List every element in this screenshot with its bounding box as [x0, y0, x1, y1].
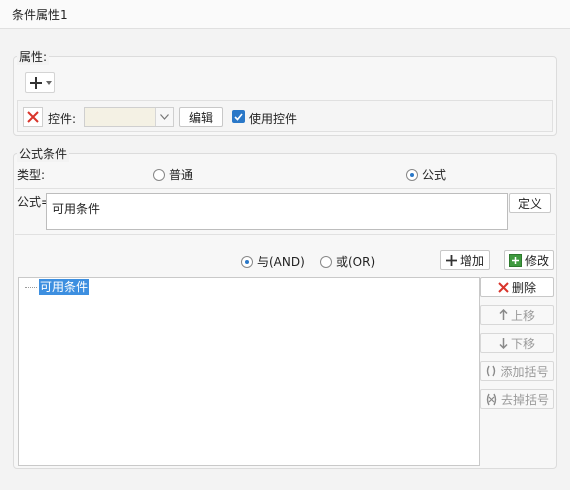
- logic-and-label: 与(AND): [257, 255, 305, 269]
- formula-condition-group-label: 公式条件: [17, 145, 70, 162]
- arrow-up-icon: [499, 309, 508, 320]
- divider: [15, 188, 555, 189]
- properties-group-label: 属性:: [17, 48, 50, 65]
- close-icon: [498, 281, 509, 293]
- edit-button[interactable]: 编辑: [179, 107, 223, 127]
- control-label: 控件:: [48, 112, 77, 126]
- formula-input-text: 可用条件: [52, 202, 101, 216]
- move-down-button[interactable]: 下移: [480, 333, 554, 353]
- logic-and-option[interactable]: 与(AND): [241, 253, 305, 270]
- delete-label: 删除: [511, 280, 536, 295]
- remove-parentheses-icon: [486, 393, 497, 405]
- radio-formula[interactable]: [406, 168, 418, 181]
- add-parens-label: 添加括号: [500, 364, 549, 379]
- condition-list[interactable]: 可用条件: [18, 277, 480, 466]
- use-control-label: 使用控件: [249, 112, 298, 126]
- logic-or-label: 或(OR): [336, 255, 376, 269]
- plus-icon: [445, 254, 457, 266]
- type-option-formula[interactable]: 公式: [406, 166, 446, 183]
- add-control-dropdown[interactable]: [25, 72, 55, 93]
- formula-input[interactable]: 可用条件: [46, 193, 508, 230]
- modify-condition-button[interactable]: 修改: [504, 250, 554, 270]
- radio-or[interactable]: [320, 255, 332, 268]
- title-bar: 条件属性1: [0, 0, 570, 29]
- checkmark-icon: [234, 112, 243, 121]
- list-item[interactable]: 可用条件: [39, 279, 90, 295]
- control-select-arrow[interactable]: [155, 108, 173, 126]
- window-title: 条件属性1: [12, 8, 68, 22]
- add-condition-button[interactable]: 增加: [440, 250, 490, 270]
- modify-icon: [508, 253, 522, 267]
- define-button[interactable]: 定义: [509, 193, 551, 213]
- move-up-button[interactable]: 上移: [480, 305, 554, 325]
- move-up-label: 上移: [510, 308, 535, 323]
- radio-and[interactable]: [241, 255, 253, 268]
- add-parens-button[interactable]: 添加括号: [480, 361, 554, 381]
- delete-button[interactable]: 删除: [480, 277, 554, 297]
- arrow-down-icon: [499, 338, 508, 349]
- remove-control-button[interactable]: [23, 107, 43, 127]
- move-down-label: 下移: [510, 336, 535, 351]
- parentheses-icon: [487, 365, 496, 377]
- control-select[interactable]: [84, 107, 174, 127]
- plus-icon: [29, 76, 42, 89]
- type-option-normal-label: 普通: [169, 168, 194, 182]
- remove-parens-label: 去掉括号: [500, 392, 549, 407]
- logic-or-option[interactable]: 或(OR): [320, 253, 375, 270]
- use-control-checkbox[interactable]: [232, 110, 245, 123]
- type-option-formula-label: 公式: [422, 168, 447, 182]
- tree-connector: [25, 287, 37, 288]
- chevron-down-icon: [160, 114, 169, 120]
- close-icon: [27, 111, 39, 123]
- modify-condition-label: 修改: [524, 253, 549, 268]
- divider: [15, 234, 555, 235]
- list-item-label: 可用条件: [40, 280, 89, 294]
- add-condition-label: 增加: [459, 253, 484, 268]
- chevron-down-icon: [45, 80, 52, 85]
- type-label: 类型:: [17, 168, 46, 182]
- radio-normal[interactable]: [153, 168, 165, 181]
- remove-parens-button[interactable]: 去掉括号: [480, 389, 554, 409]
- type-option-normal[interactable]: 普通: [153, 166, 193, 183]
